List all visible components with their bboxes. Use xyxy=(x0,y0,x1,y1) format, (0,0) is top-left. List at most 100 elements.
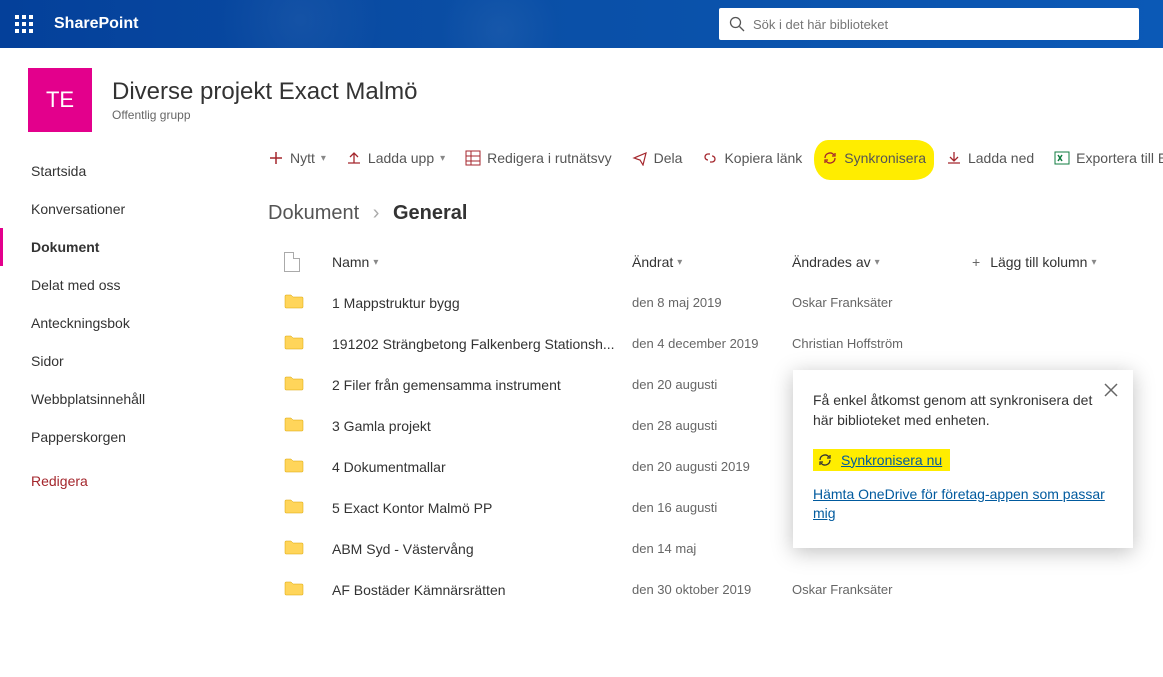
folder-icon xyxy=(284,455,304,475)
upload-button[interactable]: Ladda upp ▾ xyxy=(346,150,445,166)
copylink-button[interactable]: Kopiera länk xyxy=(702,150,802,166)
share-button[interactable]: Dela xyxy=(632,150,683,166)
folder-icon xyxy=(284,496,304,516)
row-modified: den 30 oktober 2019 xyxy=(632,582,792,597)
share-label: Dela xyxy=(654,150,683,166)
folder-icon xyxy=(284,373,304,393)
main-area: Nytt ▾ Ladda upp ▾ Redigera i rutnätsvy … xyxy=(216,140,1163,675)
sync-icon xyxy=(817,452,833,468)
table-row[interactable]: AF Bostäder Kämnärsrättenden 30 oktober … xyxy=(284,569,1163,610)
excel-label: Exportera till Exc xyxy=(1076,150,1163,166)
callout-text: Få enkel åtkomst genom att synkronisera … xyxy=(813,390,1113,431)
chevron-down-icon: ▾ xyxy=(875,257,880,268)
folder-icon xyxy=(284,537,304,557)
grid-label: Redigera i rutnätsvy xyxy=(487,150,612,166)
copylink-label: Kopiera länk xyxy=(724,150,802,166)
download-button[interactable]: Ladda ned xyxy=(946,150,1034,166)
search-icon xyxy=(729,16,745,32)
col-by[interactable]: Ändrades av▾ xyxy=(792,254,972,270)
col-modified[interactable]: Ändrat▾ xyxy=(632,254,792,270)
breadcrumb: Dokument › General xyxy=(260,180,1163,243)
close-icon[interactable] xyxy=(1103,382,1119,398)
row-modified: den 20 augusti xyxy=(632,377,792,392)
sync-now-link[interactable]: Synkronisera nu xyxy=(841,452,942,468)
chevron-down-icon: ▾ xyxy=(321,153,326,164)
row-modified: den 16 augusti xyxy=(632,500,792,515)
waffle-icon xyxy=(15,15,33,33)
excel-icon xyxy=(1054,150,1070,166)
onedrive-download-link[interactable]: Hämta OneDrive för företag-appen som pas… xyxy=(813,485,1113,524)
col-add[interactable]: Lägg till kolumn▾ xyxy=(972,254,1163,270)
folder-icon xyxy=(284,291,304,311)
row-name: 2 Filer från gemensamma instrument xyxy=(332,377,632,393)
link-icon xyxy=(702,150,718,166)
nav-delat[interactable]: Delat med oss xyxy=(0,266,216,304)
crumb-separator: › xyxy=(373,202,380,224)
command-bar: Nytt ▾ Ladda upp ▾ Redigera i rutnätsvy … xyxy=(260,140,1163,180)
row-modified: den 28 augusti xyxy=(632,418,792,433)
row-name: 191202 Strängbetong Falkenberg Stationsh… xyxy=(332,336,632,352)
chevron-down-icon: ▾ xyxy=(373,257,378,268)
plus-icon xyxy=(268,150,284,166)
new-button[interactable]: Nytt ▾ xyxy=(268,150,326,166)
row-name: ABM Syd - Västervång xyxy=(332,541,632,557)
folder-icon xyxy=(284,578,304,598)
sync-label: Synkronisera xyxy=(844,150,926,166)
nav-konversationer[interactable]: Konversationer xyxy=(0,190,216,228)
nav-redigera[interactable]: Redigera xyxy=(0,462,216,500)
sync-button[interactable]: Synkronisera xyxy=(822,150,926,166)
chevron-down-icon: ▾ xyxy=(440,153,445,164)
crumb-current: General xyxy=(393,202,467,224)
sync-now-highlight: Synkronisera nu xyxy=(813,449,950,471)
search-box[interactable] xyxy=(719,8,1139,40)
row-by: Oskar Franksäter xyxy=(792,582,972,597)
row-name: 5 Exact Kontor Malmö PP xyxy=(332,500,632,516)
new-label: Nytt xyxy=(290,150,315,166)
row-name: AF Bostäder Kämnärsrätten xyxy=(332,582,632,598)
nav-startsida[interactable]: Startsida xyxy=(0,152,216,190)
row-modified: den 14 maj xyxy=(632,541,792,556)
row-by: Oskar Franksäter xyxy=(792,295,972,310)
nav-papperskorgen[interactable]: Papperskorgen xyxy=(0,418,216,456)
type-column-icon[interactable] xyxy=(284,252,300,272)
site-header: TE Diverse projekt Exact Malmö Offentlig… xyxy=(0,48,1163,140)
suite-bar: SharePoint xyxy=(0,0,1163,48)
sync-callout: Få enkel åtkomst genom att synkronisera … xyxy=(793,370,1133,548)
upload-icon xyxy=(346,150,362,166)
row-name: 3 Gamla projekt xyxy=(332,418,632,434)
row-name: 1 Mappstruktur bygg xyxy=(332,295,632,311)
row-modified: den 4 december 2019 xyxy=(632,336,792,351)
grid-icon xyxy=(465,150,481,166)
site-avatar[interactable]: TE xyxy=(28,68,92,132)
crumb-root[interactable]: Dokument xyxy=(268,202,359,224)
table-row[interactable]: 191202 Strängbetong Falkenberg Stationsh… xyxy=(284,323,1163,364)
folder-icon xyxy=(284,414,304,434)
list-header: Namn▾ Ändrat▾ Ändrades av▾ Lägg till kol… xyxy=(284,243,1163,282)
row-modified: den 20 augusti 2019 xyxy=(632,459,792,474)
nav-sidor[interactable]: Sidor xyxy=(0,342,216,380)
download-icon xyxy=(946,150,962,166)
nav-anteckningsbok[interactable]: Anteckningsbok xyxy=(0,304,216,342)
app-launcher-button[interactable] xyxy=(0,0,48,48)
download-label: Ladda ned xyxy=(968,150,1034,166)
left-nav: Startsida Konversationer Dokument Delat … xyxy=(0,140,216,675)
export-excel-button[interactable]: Exportera till Exc xyxy=(1054,150,1163,166)
search-input[interactable] xyxy=(753,17,1129,32)
nav-webbplatsinnehall[interactable]: Webbplatsinnehåll xyxy=(0,380,216,418)
folder-icon xyxy=(284,332,304,352)
row-modified: den 8 maj 2019 xyxy=(632,295,792,310)
row-name: 4 Dokumentmallar xyxy=(332,459,632,475)
table-row[interactable]: 1 Mappstruktur byggden 8 maj 2019Oskar F… xyxy=(284,282,1163,323)
share-icon xyxy=(632,150,648,166)
sync-icon xyxy=(822,150,838,166)
upload-label: Ladda upp xyxy=(368,150,434,166)
site-title[interactable]: Diverse projekt Exact Malmö xyxy=(112,78,417,106)
nav-dokument[interactable]: Dokument xyxy=(0,228,216,266)
brand-label[interactable]: SharePoint xyxy=(54,15,138,33)
chevron-down-icon: ▾ xyxy=(677,257,682,268)
grid-edit-button[interactable]: Redigera i rutnätsvy xyxy=(465,150,612,166)
chevron-down-icon: ▾ xyxy=(1091,257,1096,268)
row-by: Christian Hoffström xyxy=(792,336,972,351)
site-subtitle: Offentlig grupp xyxy=(112,108,417,122)
col-name[interactable]: Namn▾ xyxy=(332,254,632,270)
